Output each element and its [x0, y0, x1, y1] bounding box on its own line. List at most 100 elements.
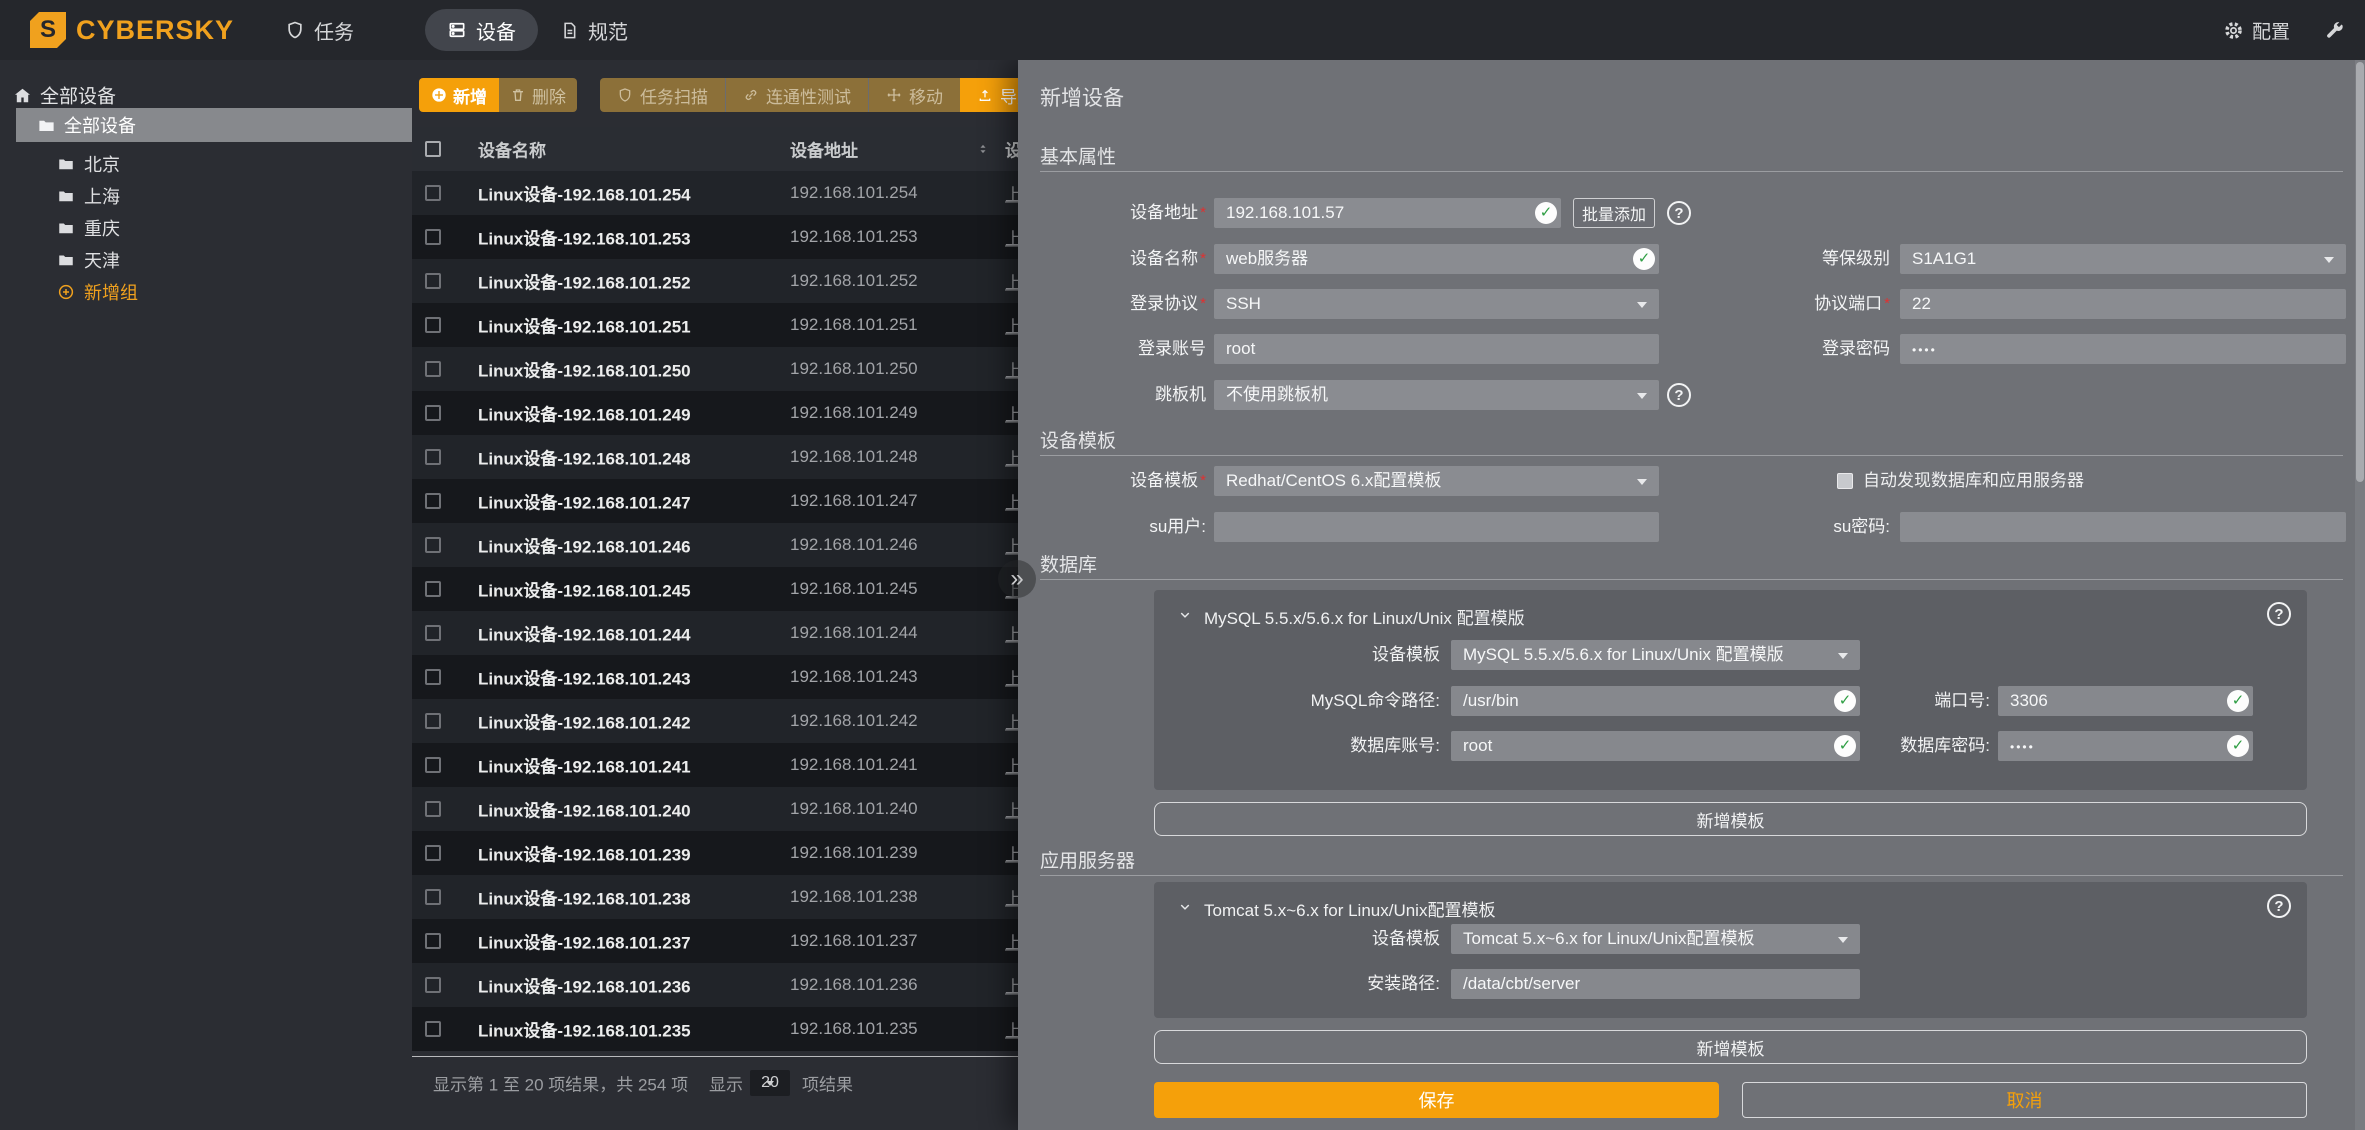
- row-checkbox[interactable]: [425, 229, 441, 245]
- login-protocol-select[interactable]: SSH: [1214, 289, 1659, 319]
- tree-item-shanghai[interactable]: 上海: [0, 180, 412, 212]
- select-all-checkbox[interactable]: [425, 141, 441, 157]
- tree-item-chongqing[interactable]: 重庆: [0, 212, 412, 244]
- tree-item-root[interactable]: 全部设备: [16, 108, 412, 142]
- row-checkbox[interactable]: [425, 361, 441, 377]
- sidebar-all-devices[interactable]: 全部设备: [0, 80, 412, 110]
- add-app-template-button[interactable]: 新增模板: [1154, 1030, 2307, 1064]
- row-checkbox[interactable]: [425, 317, 441, 333]
- help-icon[interactable]: ?: [1667, 201, 1691, 225]
- login-account-input[interactable]: root: [1214, 334, 1659, 364]
- nav-item-tasks[interactable]: 任务: [285, 0, 354, 60]
- device-name-input[interactable]: web服务器 ✓: [1214, 244, 1659, 274]
- device-template-select[interactable]: Redhat/CentOS 6.x配置模板: [1214, 466, 1659, 496]
- mysql-template-label: 设备模板: [1240, 640, 1440, 670]
- row-checkbox[interactable]: [425, 273, 441, 289]
- connectivity-test-button[interactable]: 连通性测试: [726, 78, 868, 112]
- section-database: 数据库: [1040, 550, 2343, 580]
- auto-discover-label: 自动发现数据库和应用服务器: [1863, 466, 2084, 496]
- folder-icon: [56, 250, 76, 270]
- column-header-address[interactable]: 设备地址: [790, 137, 858, 162]
- help-icon[interactable]: ?: [2267, 894, 2291, 918]
- device-address: 192.168.101.249: [790, 403, 918, 423]
- row-checkbox[interactable]: [425, 537, 441, 553]
- sort-icon[interactable]: [975, 140, 991, 158]
- device-address: 192.168.101.245: [790, 579, 918, 599]
- panel-scrollbar[interactable]: [2355, 60, 2365, 1130]
- chevron-down-icon[interactable]: [1176, 606, 1194, 624]
- device-template-label: 设备模板*: [1036, 466, 1206, 496]
- cancel-button[interactable]: 取消: [1742, 1082, 2307, 1118]
- add-button-label: 新增: [453, 83, 487, 108]
- save-button[interactable]: 保存: [1154, 1082, 1719, 1118]
- row-checkbox[interactable]: [425, 933, 441, 949]
- wrench-icon[interactable]: [2324, 20, 2345, 41]
- help-icon[interactable]: ?: [2267, 602, 2291, 626]
- tree-item-beijing[interactable]: 北京: [0, 148, 412, 180]
- row-checkbox[interactable]: [425, 581, 441, 597]
- valid-check-icon: ✓: [2227, 735, 2249, 757]
- jump-server-select[interactable]: 不使用跳板机: [1214, 380, 1659, 410]
- device-address: 192.168.101.236: [790, 975, 918, 995]
- add-device-button[interactable]: 新增: [419, 78, 499, 112]
- device-address-input[interactable]: 192.168.101.57 ✓: [1214, 198, 1561, 228]
- device-address: 192.168.101.237: [790, 931, 918, 951]
- row-checkbox[interactable]: [425, 185, 441, 201]
- mysql-password-input[interactable]: •••• ✓: [1998, 731, 2253, 761]
- form-row-login-account: 登录账号 root 登录密码 ••••: [1018, 334, 2365, 364]
- nav-item-devices[interactable]: 设备: [425, 9, 538, 51]
- tomcat-path-input[interactable]: /data/cbt/server: [1451, 969, 1860, 999]
- row-checkbox[interactable]: [425, 801, 441, 817]
- protect-level-select[interactable]: S1A1G1: [1900, 244, 2346, 274]
- gear-icon: [2223, 20, 2244, 41]
- su-user-input[interactable]: [1214, 512, 1659, 542]
- row-checkbox[interactable]: [425, 405, 441, 421]
- task-scan-button[interactable]: 任务扫描: [600, 78, 725, 112]
- protocol-port-input[interactable]: 22: [1900, 289, 2346, 319]
- row-checkbox[interactable]: [425, 889, 441, 905]
- tree-item-tianjin[interactable]: 天津: [0, 244, 412, 276]
- config-button[interactable]: 配置: [2223, 17, 2290, 44]
- auto-discover-checkbox[interactable]: [1837, 473, 1853, 489]
- device-name: Linux设备-192.168.101.248: [478, 445, 691, 470]
- tree-item-add-group[interactable]: 新增组: [0, 276, 412, 308]
- device-name: Linux设备-192.168.101.237: [478, 929, 691, 954]
- row-checkbox[interactable]: [425, 669, 441, 685]
- nav-item-label: 任务: [314, 16, 354, 45]
- row-checkbox[interactable]: [425, 1021, 441, 1037]
- tomcat-template-label: 设备模板: [1240, 924, 1440, 954]
- page-size-select[interactable]: 20: [750, 1070, 790, 1096]
- mysql-port-input[interactable]: 3306 ✓: [1998, 686, 2253, 716]
- help-icon[interactable]: ?: [1667, 383, 1691, 407]
- batch-add-button[interactable]: 批量添加: [1573, 198, 1655, 228]
- collapse-panel-handle[interactable]: »: [998, 560, 1036, 598]
- row-checkbox[interactable]: [425, 625, 441, 641]
- column-header-name[interactable]: 设备名称: [478, 137, 546, 162]
- nav-item-specs[interactable]: 规范: [560, 0, 628, 60]
- row-checkbox[interactable]: [425, 493, 441, 509]
- su-password-input[interactable]: [1900, 512, 2346, 542]
- row-checkbox[interactable]: [425, 757, 441, 773]
- device-name: Linux设备-192.168.101.236: [478, 973, 691, 998]
- row-checkbox[interactable]: [425, 977, 441, 993]
- shield-icon: [285, 20, 305, 40]
- mysql-template-select[interactable]: MySQL 5.5.x/5.6.x for Linux/Unix 配置模版: [1451, 640, 1860, 670]
- row-checkbox[interactable]: [425, 449, 441, 465]
- login-password-input[interactable]: ••••: [1900, 334, 2346, 364]
- row-checkbox[interactable]: [425, 845, 441, 861]
- chevron-down-icon[interactable]: [1176, 898, 1194, 916]
- move-button[interactable]: 移动: [869, 78, 960, 112]
- row-checkbox[interactable]: [425, 713, 441, 729]
- logo-icon: S: [30, 12, 66, 48]
- mysql-template-panel: MySQL 5.5.x/5.6.x for Linux/Unix 配置模版 ? …: [1154, 590, 2307, 790]
- add-db-template-button[interactable]: 新增模板: [1154, 802, 2307, 836]
- shield-icon: [617, 87, 633, 103]
- panel-title: 新增设备: [1040, 82, 1124, 112]
- device-name: Linux设备-192.168.101.239: [478, 841, 691, 866]
- scrollbar-thumb[interactable]: [2356, 62, 2364, 482]
- trash-icon: [510, 87, 526, 103]
- section-device-template: 设备模板: [1040, 426, 2343, 456]
- tomcat-template-select[interactable]: Tomcat 5.x~6.x for Linux/Unix配置模板: [1451, 924, 1860, 954]
- delete-device-button[interactable]: 删除: [499, 78, 577, 112]
- device-name: Linux设备-192.168.101.250: [478, 357, 691, 382]
